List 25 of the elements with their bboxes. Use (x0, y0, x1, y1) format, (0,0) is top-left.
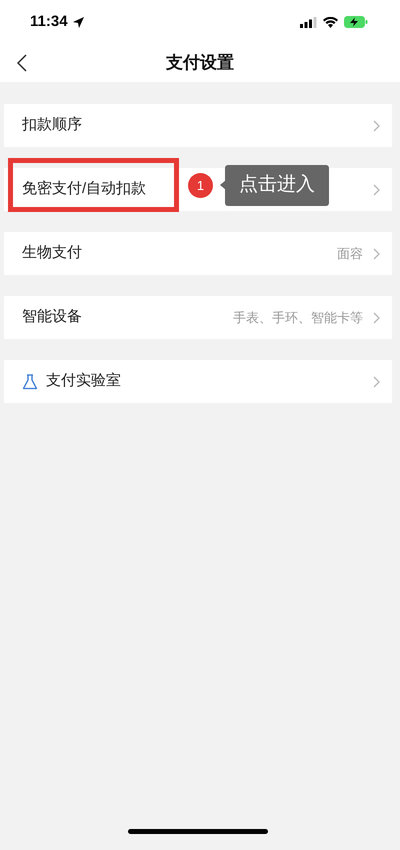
row-value: 手表、手环、智能卡等 (233, 308, 363, 327)
chevron-icon (373, 312, 380, 324)
location-arrow-icon (72, 16, 85, 28)
row-value: 面容 (337, 244, 363, 263)
row-label: 扣款顺序 (22, 115, 82, 136)
chevron-icon (373, 120, 380, 132)
row-label: 智能设备 (22, 307, 82, 328)
chevron-icon (373, 376, 380, 388)
settings-row[interactable]: 生物支付 面容 (4, 232, 392, 275)
settings-row[interactable]: 支付实验室 (4, 360, 392, 403)
wifi-icon (323, 16, 338, 28)
status-time: 11:34 (30, 12, 68, 32)
callout-tooltip: 点击进入 (225, 165, 329, 206)
flask-icon (22, 374, 38, 390)
settings-row[interactable]: 智能设备 手表、手环、智能卡等 (4, 296, 392, 339)
chevron-icon (373, 248, 380, 260)
tooltip-pointer-icon (220, 180, 226, 190)
chevron-icon (373, 184, 380, 196)
row-label: 生物支付 (22, 243, 82, 264)
settings-row[interactable]: 扣款顺序 (4, 104, 392, 147)
row-label: 支付实验室 (46, 371, 121, 392)
signal-icon (300, 16, 317, 28)
row-label: 免密支付/自动扣款 (22, 179, 146, 200)
battery-charging-icon (344, 16, 368, 28)
page-title: 支付设置 (166, 52, 234, 74)
